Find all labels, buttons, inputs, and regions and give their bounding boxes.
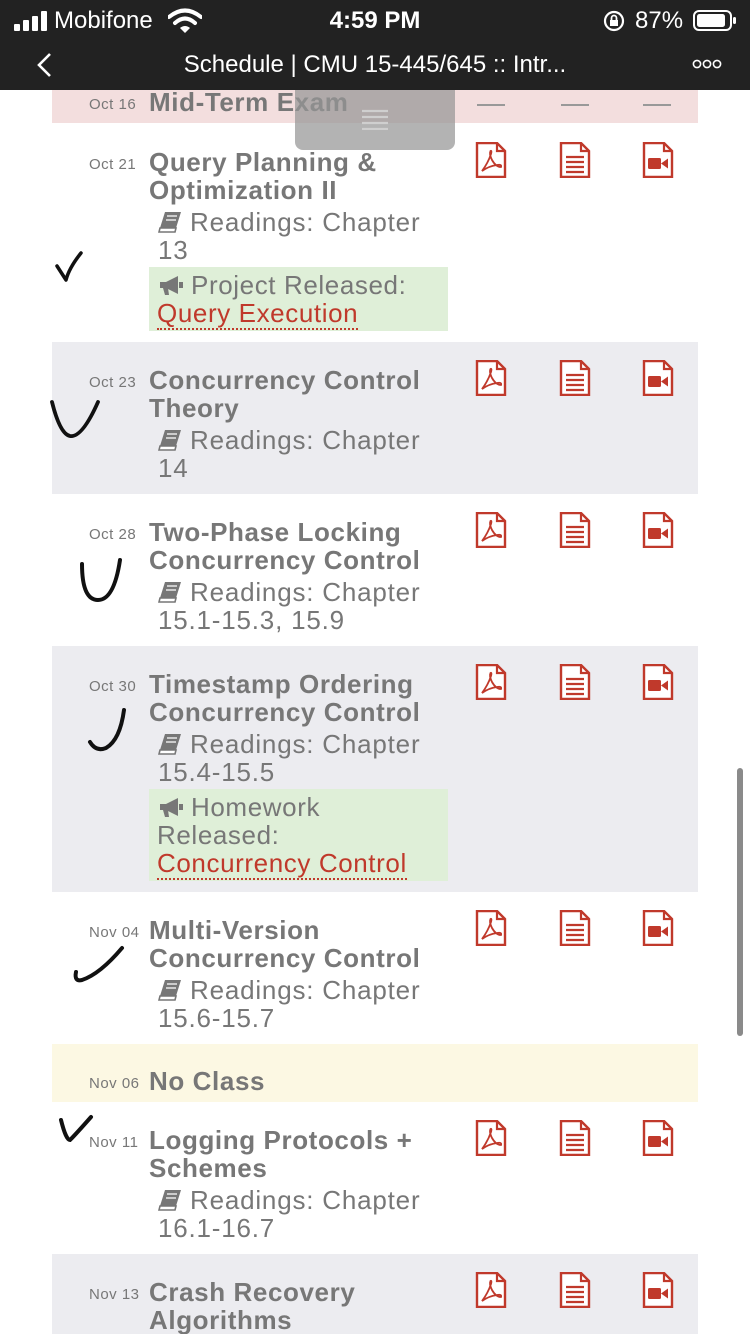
battery-percent: 87% [635, 7, 684, 34]
handwritten-checkmark [88, 708, 126, 752]
lecture-date: Oct 16 [89, 96, 137, 113]
book-icon [158, 211, 182, 233]
reader-handle[interactable] [295, 90, 455, 150]
video-icon[interactable] [641, 664, 675, 700]
video-icon[interactable] [641, 142, 675, 178]
table-row: Oct 21 Query Planning & Optimization II … [52, 124, 698, 340]
back-chevron-icon[interactable] [36, 52, 54, 78]
page-title: Schedule | CMU 15-445/645 :: Intr... [183, 51, 567, 78]
announcement-box: Homework Released: Concurrency Control [149, 789, 448, 881]
lecture-date: Nov 06 [89, 1075, 140, 1092]
pdf-icon[interactable] [474, 910, 508, 946]
lecture-date: Nov 04 [89, 924, 140, 941]
lecture-title: Logging Protocols + Schemes [149, 1125, 413, 1183]
pdf-icon[interactable] [474, 360, 508, 396]
video-icon[interactable] [641, 1120, 675, 1156]
scroll-indicator[interactable] [737, 768, 743, 1036]
notes-icon[interactable] [558, 910, 592, 946]
book-icon [158, 429, 182, 451]
no-notes-dash [561, 104, 589, 106]
nav-bar: Schedule | CMU 15-445/645 :: Intr... [0, 42, 750, 90]
lecture-title: Two-Phase Locking Concurrency Control [149, 517, 421, 575]
book-icon [158, 979, 182, 1001]
handwritten-checkmark [55, 251, 83, 282]
handwritten-checkmark [80, 558, 122, 603]
video-icon[interactable] [641, 1272, 675, 1308]
lecture-date: Oct 21 [89, 156, 137, 173]
table-row: Oct 23 Concurrency Control Theory Readin… [52, 342, 698, 494]
lecture-title: Multi-Version Concurrency Control [149, 915, 421, 973]
lecture-date: Oct 30 [89, 678, 137, 695]
lecture-readings: Readings: Chapter 15.1-15.3, 15.9 [158, 577, 421, 635]
notes-icon[interactable] [558, 1120, 592, 1156]
lecture-title: Concurrency Control Theory [149, 365, 421, 423]
lecture-date: Nov 11 [89, 1134, 139, 1151]
lecture-readings: Readings: Chapter 15.4-15.5 [158, 729, 421, 787]
megaphone-icon [160, 798, 183, 817]
more-options-icon[interactable] [692, 57, 722, 71]
lecture-title: Query Planning & Optimization II [149, 147, 377, 205]
book-icon [158, 1189, 182, 1211]
book-icon [158, 733, 182, 755]
video-icon[interactable] [641, 512, 675, 548]
notes-icon[interactable] [558, 142, 592, 178]
homework-link[interactable]: Concurrency Control [157, 848, 407, 880]
lecture-title: Timestamp Ordering Concurrency Control [149, 669, 421, 727]
status-bar: Mobifone 4:59 PM 87% [0, 0, 750, 42]
lecture-date: Oct 23 [89, 374, 137, 391]
table-row: Nov 13 Crash Recovery Algorithms [52, 1254, 698, 1334]
table-row: Nov 11 Logging Protocols + Schemes Readi… [52, 1102, 698, 1254]
handwritten-checkmark [50, 400, 100, 438]
orientation-lock-icon [603, 10, 625, 32]
video-icon[interactable] [641, 910, 675, 946]
notes-icon[interactable] [558, 512, 592, 548]
pdf-icon[interactable] [474, 512, 508, 548]
notes-icon[interactable] [558, 664, 592, 700]
schedule-table: Oct 16 Mid-Term Exam Oct 21 Query Planni… [0, 90, 750, 1334]
battery-icon [693, 10, 736, 31]
announcement-box: Project Released: Query Execution [149, 267, 448, 331]
pdf-icon[interactable] [474, 142, 508, 178]
pdf-icon[interactable] [474, 1272, 508, 1308]
lecture-readings: Readings: Chapter 14 [158, 425, 421, 483]
notes-icon[interactable] [558, 360, 592, 396]
book-icon [158, 581, 182, 603]
table-row: Nov 04 Multi-Version Concurrency Control… [52, 892, 698, 1044]
table-row: Oct 30 Timestamp Ordering Concurrency Co… [52, 646, 698, 892]
lecture-date: Nov 13 [89, 1286, 140, 1303]
handwritten-checkmark [73, 946, 124, 983]
video-icon[interactable] [641, 360, 675, 396]
project-link[interactable]: Query Execution [157, 298, 359, 330]
lecture-readings: Readings: Chapter 13 [158, 207, 421, 265]
table-row: Oct 28 Two-Phase Locking Concurrency Con… [52, 494, 698, 646]
menu-lines-icon [362, 109, 388, 130]
lecture-readings: Readings: Chapter 15.6-15.7 [158, 975, 421, 1033]
no-slides-dash [477, 104, 505, 106]
pdf-icon[interactable] [474, 664, 508, 700]
lecture-title: No Class [149, 1066, 266, 1096]
handwritten-checkmark [59, 1115, 93, 1143]
lecture-readings: Readings: Chapter 16.1-16.7 [158, 1185, 421, 1243]
table-row: Nov 06 No Class [52, 1044, 698, 1102]
megaphone-icon [160, 276, 183, 295]
lecture-date: Oct 28 [89, 526, 137, 543]
no-video-dash [643, 104, 671, 106]
lecture-title: Crash Recovery Algorithms [149, 1277, 356, 1334]
notes-icon[interactable] [558, 1272, 592, 1308]
pdf-icon[interactable] [474, 1120, 508, 1156]
